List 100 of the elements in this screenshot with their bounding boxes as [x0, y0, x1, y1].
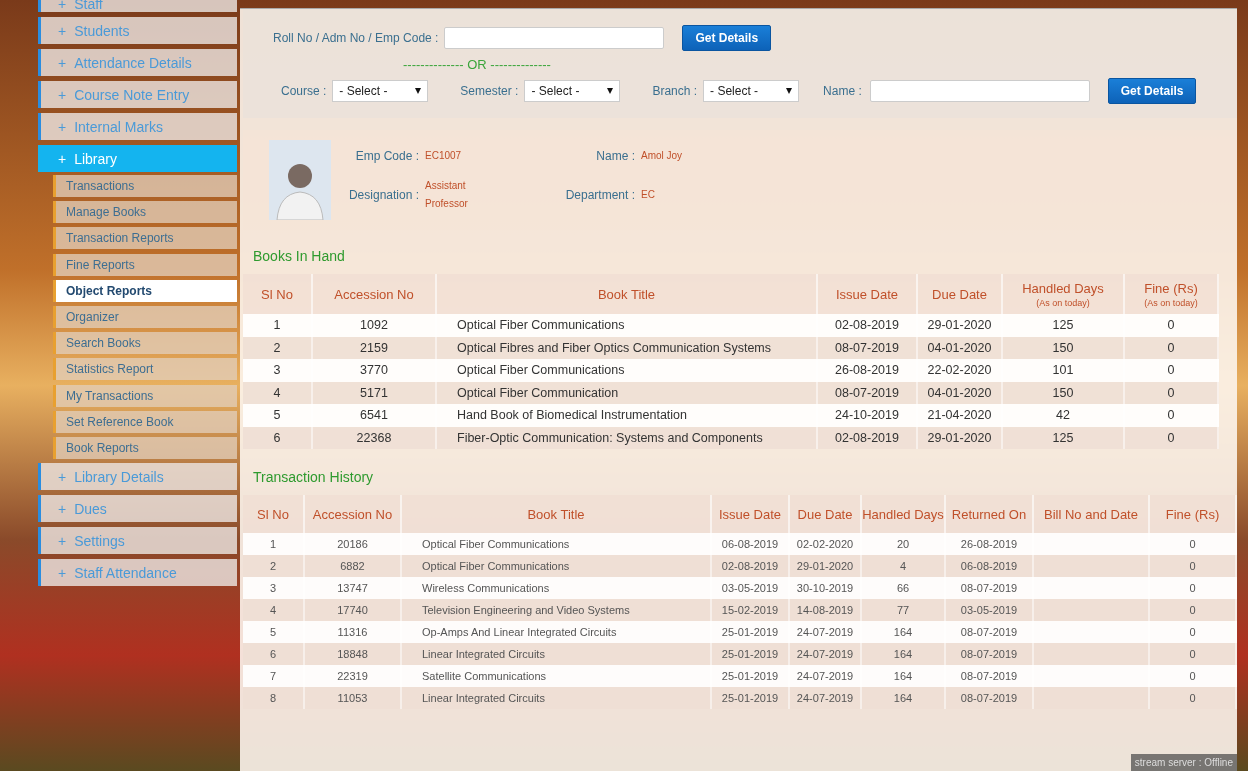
field-label: Emp Code : — [354, 149, 420, 163]
sidebar-item[interactable]: + Course Note Entry — [38, 81, 237, 108]
table-cell: 24-07-2019 — [790, 621, 862, 643]
plus-icon: + — [58, 150, 67, 167]
sidebar-item-label: Internal Marks — [74, 118, 163, 135]
table-cell: 03-05-2019 — [946, 599, 1034, 621]
sidebar-item-label: Attendance Details — [74, 54, 192, 71]
table-cell: 42 — [1003, 404, 1125, 427]
table-cell: 29-01-2020 — [918, 426, 1003, 449]
sidebar-item-label: Students — [74, 22, 130, 39]
table-cell: Optical Fibres and Fiber Optics Communication Systems — [437, 336, 818, 359]
table-cell: Television Engineering and Video Systems — [402, 599, 712, 621]
column-header: Book Title — [402, 495, 712, 533]
submenu-item[interactable]: Manage Books — [53, 201, 237, 224]
table-cell: 25-01-2019 — [712, 621, 790, 643]
table-cell: 06-08-2019 — [946, 555, 1034, 577]
table-cell: 08-07-2019 — [946, 643, 1034, 665]
column-header: Handled Days (As on today) — [1003, 274, 1125, 314]
sidebar-item[interactable]: + Staff Attendance — [38, 559, 237, 587]
field-label: Semester : — [460, 84, 519, 98]
or-separator: -------------- OR -------------- — [403, 57, 552, 72]
plus-icon: + — [58, 532, 67, 549]
submenu-item[interactable]: My Transactions — [53, 384, 237, 407]
submenu-item[interactable]: Organizer — [53, 305, 237, 328]
table-cell: 22368 — [313, 426, 437, 449]
table-cell: Satellite Communications — [402, 665, 712, 687]
table-cell: 0 — [1150, 621, 1237, 643]
table-cell: 22-02-2020 — [918, 359, 1003, 382]
table-cell: 24-07-2019 — [790, 643, 862, 665]
sidebar-item-label: Staff Attendance — [74, 564, 177, 581]
submenu-item[interactable]: Transactions — [53, 175, 237, 197]
sidebar-item[interactable]: + Attendance Details — [38, 49, 237, 76]
table-cell: Optical Fiber Communications — [437, 314, 818, 337]
sidebar-item[interactable]: + Internal Marks — [38, 113, 237, 140]
table-cell: 03-05-2019 — [712, 577, 790, 599]
sidebar-item[interactable]: + Dues — [38, 495, 237, 523]
plus-icon: + — [58, 468, 67, 485]
select-dropdown[interactable]: - Select - — [524, 80, 621, 102]
table-cell: 6 — [243, 426, 313, 449]
submenu-item[interactable]: Book Reports — [53, 436, 237, 459]
submenu-item[interactable]: Statistics Report — [53, 358, 237, 381]
table-cell: 02-08-2019 — [818, 314, 918, 337]
table-cell: 7 — [243, 665, 305, 687]
sidebar-item[interactable]: + Library — [38, 145, 237, 172]
table-cell: 0 — [1150, 533, 1237, 555]
column-header: Sl No — [243, 274, 313, 314]
name-input[interactable] — [869, 80, 1090, 102]
table-cell: 26-08-2019 — [818, 359, 918, 382]
sidebar-item[interactable]: + Settings — [38, 527, 237, 555]
table-cell: 14-08-2019 — [790, 599, 862, 621]
table-cell: 17740 — [305, 599, 402, 621]
column-header: Due Date — [790, 495, 862, 533]
get-details-button[interactable]: Get Details — [1107, 78, 1197, 104]
table-cell: 22319 — [305, 665, 402, 687]
table-cell: 77 — [862, 599, 946, 621]
table-cell: 25-01-2019 — [712, 665, 790, 687]
column-note: (As on today) — [1143, 296, 1199, 309]
table-cell: Wireless Communications — [402, 577, 712, 599]
column-header: Accession No — [305, 495, 402, 533]
code-input[interactable] — [444, 27, 665, 49]
column-header: Fine (Rs) (As on today) — [1125, 274, 1219, 314]
table-cell: Optical Fiber Communication — [437, 381, 818, 404]
table-cell: 164 — [862, 643, 946, 665]
get-details-button[interactable]: Get Details — [682, 25, 772, 51]
submenu-item[interactable]: Set Reference Book — [53, 410, 237, 433]
select-dropdown[interactable]: - Select - — [703, 80, 800, 102]
table-cell: 02-02-2020 — [790, 533, 862, 555]
submenu-item[interactable]: Object Reports — [53, 279, 237, 302]
plus-icon: + — [58, 22, 67, 39]
table-cell: 101 — [1003, 359, 1125, 382]
plus-icon: + — [58, 0, 67, 12]
table-cell: 0 — [1150, 577, 1237, 599]
table-cell: 5 — [243, 621, 305, 643]
table-cell: Optical Fiber Communications — [402, 555, 712, 577]
table-cell: 11316 — [305, 621, 402, 643]
sidebar-item[interactable]: + Students — [38, 17, 237, 44]
select-dropdown[interactable]: - Select - — [332, 80, 429, 102]
column-header: Sl No — [243, 495, 305, 533]
submenu-item[interactable]: Search Books — [53, 332, 237, 355]
sidebar-item[interactable]: + Library Details — [38, 463, 237, 491]
table-cell: Hand Book of Biomedical Instrumentation — [437, 404, 818, 427]
field-label: Department : — [564, 188, 636, 202]
field-label: Course : — [281, 84, 327, 98]
table-cell: 1 — [243, 533, 305, 555]
table-cell: 04-01-2020 — [918, 381, 1003, 404]
table-cell: 08-07-2019 — [818, 336, 918, 359]
field-value: EC1007 — [425, 149, 463, 163]
column-note: (As on today) — [1035, 296, 1091, 309]
field-value: EC — [641, 188, 656, 202]
submenu-item[interactable]: Transaction Reports — [53, 227, 237, 250]
submenu-item[interactable]: Fine Reports — [53, 253, 237, 276]
table-cell: 30-10-2019 — [790, 577, 862, 599]
caret-icon — [786, 88, 793, 94]
caret-icon — [607, 88, 614, 94]
table-cell: 02-08-2019 — [712, 555, 790, 577]
table-cell: 0 — [1125, 314, 1219, 337]
table-cell: 150 — [1003, 336, 1125, 359]
table-cell: 4 — [862, 555, 946, 577]
table-cell: 29-01-2020 — [918, 314, 1003, 337]
table-cell: 24-07-2019 — [790, 665, 862, 687]
